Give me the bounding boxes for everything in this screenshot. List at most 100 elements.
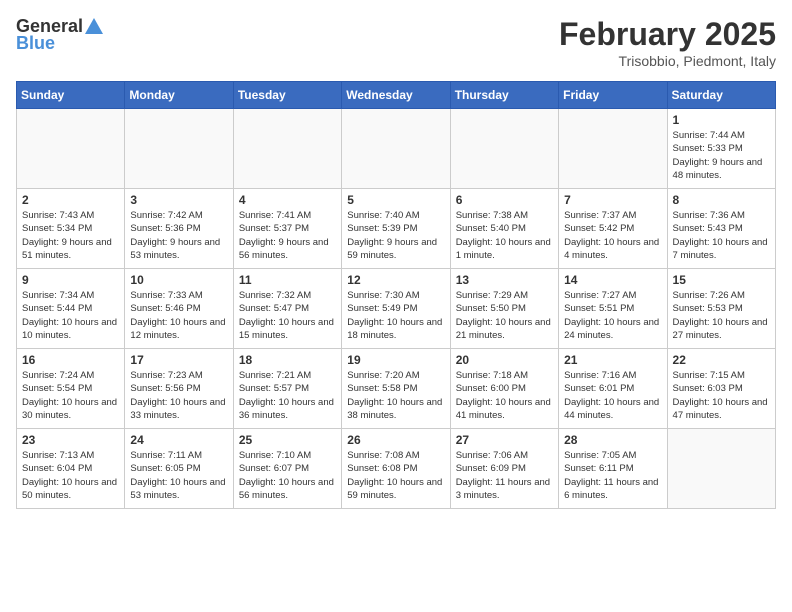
day-info: Sunrise: 7:27 AM Sunset: 5:51 PM Dayligh…	[564, 289, 661, 342]
day-number: 13	[456, 273, 553, 287]
calendar-day-cell	[233, 109, 341, 189]
calendar-day-cell: 9 Sunrise: 7:34 AM Sunset: 5:44 PM Daylig…	[17, 269, 125, 349]
day-info: Sunrise: 7:43 AM Sunset: 5:34 PM Dayligh…	[22, 209, 119, 262]
title-area: February 2025 Trisobbio, Piedmont, Italy	[559, 16, 776, 69]
calendar-day-cell: 3 Sunrise: 7:42 AM Sunset: 5:36 PM Daylig…	[125, 189, 233, 269]
day-info: Sunrise: 7:44 AM Sunset: 5:33 PM Dayligh…	[673, 129, 770, 182]
calendar-day-cell: 15 Sunrise: 7:26 AM Sunset: 5:53 PM Dayli…	[667, 269, 775, 349]
day-number: 16	[22, 353, 119, 367]
calendar-day-cell: 12 Sunrise: 7:30 AM Sunset: 5:49 PM Dayli…	[342, 269, 450, 349]
day-info: Sunrise: 7:41 AM Sunset: 5:37 PM Dayligh…	[239, 209, 336, 262]
page-header: General Blue February 2025 Trisobbio, Pi…	[16, 16, 776, 69]
day-info: Sunrise: 7:23 AM Sunset: 5:56 PM Dayligh…	[130, 369, 227, 422]
day-number: 20	[456, 353, 553, 367]
day-number: 2	[22, 193, 119, 207]
day-number: 15	[673, 273, 770, 287]
calendar-day-cell: 5Sunrise: 7:40 AM Sunset: 5:39 PM Daylig…	[342, 189, 450, 269]
day-info: Sunrise: 7:30 AM Sunset: 5:49 PM Dayligh…	[347, 289, 444, 342]
calendar-day-cell: 18Sunrise: 7:21 AM Sunset: 5:57 PM Dayli…	[233, 349, 341, 429]
calendar-day-cell: 27 Sunrise: 7:06 AM Sunset: 6:09 PM Dayli…	[450, 429, 558, 509]
day-number: 8	[673, 193, 770, 207]
calendar-day-cell: 24 Sunrise: 7:11 AM Sunset: 6:05 PM Dayli…	[125, 429, 233, 509]
weekday-header-thursday: Thursday	[450, 82, 558, 109]
calendar-day-cell: 2 Sunrise: 7:43 AM Sunset: 5:34 PM Daylig…	[17, 189, 125, 269]
calendar-table: SundayMondayTuesdayWednesdayThursdayFrid…	[16, 81, 776, 509]
calendar-day-cell: 4 Sunrise: 7:41 AM Sunset: 5:37 PM Daylig…	[233, 189, 341, 269]
day-number: 27	[456, 433, 553, 447]
day-info: Sunrise: 7:10 AM Sunset: 6:07 PM Dayligh…	[239, 449, 336, 502]
day-number: 5	[347, 193, 444, 207]
day-info: Sunrise: 7:06 AM Sunset: 6:09 PM Dayligh…	[456, 449, 553, 502]
day-number: 24	[130, 433, 227, 447]
calendar-week-row: 16 Sunrise: 7:24 AM Sunset: 5:54 PM Dayli…	[17, 349, 776, 429]
calendar-day-cell	[342, 109, 450, 189]
day-info: Sunrise: 7:36 AM Sunset: 5:43 PM Dayligh…	[673, 209, 770, 262]
day-number: 19	[347, 353, 444, 367]
calendar-day-cell	[667, 429, 775, 509]
calendar-week-row: 9 Sunrise: 7:34 AM Sunset: 5:44 PM Daylig…	[17, 269, 776, 349]
month-title: February 2025	[559, 16, 776, 53]
weekday-header-friday: Friday	[559, 82, 667, 109]
day-info: Sunrise: 7:08 AM Sunset: 6:08 PM Dayligh…	[347, 449, 444, 502]
calendar-day-cell: 14 Sunrise: 7:27 AM Sunset: 5:51 PM Dayli…	[559, 269, 667, 349]
weekday-header-saturday: Saturday	[667, 82, 775, 109]
day-number: 14	[564, 273, 661, 287]
day-info: Sunrise: 7:37 AM Sunset: 5:42 PM Dayligh…	[564, 209, 661, 262]
weekday-header-wednesday: Wednesday	[342, 82, 450, 109]
calendar-week-row: 23 Sunrise: 7:13 AM Sunset: 6:04 PM Dayli…	[17, 429, 776, 509]
day-number: 4	[239, 193, 336, 207]
day-info: Sunrise: 7:05 AM Sunset: 6:11 PM Dayligh…	[564, 449, 661, 502]
day-info: Sunrise: 7:24 AM Sunset: 5:54 PM Dayligh…	[22, 369, 119, 422]
day-info: Sunrise: 7:33 AM Sunset: 5:46 PM Dayligh…	[130, 289, 227, 342]
logo-triangle-icon	[85, 18, 103, 34]
calendar-header-row: SundayMondayTuesdayWednesdayThursdayFrid…	[17, 82, 776, 109]
calendar-day-cell: 28 Sunrise: 7:05 AM Sunset: 6:11 PM Dayli…	[559, 429, 667, 509]
location-text: Trisobbio, Piedmont, Italy	[559, 53, 776, 69]
weekday-header-tuesday: Tuesday	[233, 82, 341, 109]
calendar-day-cell: 7Sunrise: 7:37 AM Sunset: 5:42 PM Daylig…	[559, 189, 667, 269]
calendar-day-cell: 25 Sunrise: 7:10 AM Sunset: 6:07 PM Dayli…	[233, 429, 341, 509]
calendar-day-cell	[450, 109, 558, 189]
calendar-day-cell: 1 Sunrise: 7:44 AM Sunset: 5:33 PM Daylig…	[667, 109, 775, 189]
day-info: Sunrise: 7:42 AM Sunset: 5:36 PM Dayligh…	[130, 209, 227, 262]
calendar-day-cell: 16 Sunrise: 7:24 AM Sunset: 5:54 PM Dayli…	[17, 349, 125, 429]
calendar-day-cell	[125, 109, 233, 189]
day-number: 3	[130, 193, 227, 207]
day-number: 22	[673, 353, 770, 367]
day-info: Sunrise: 7:13 AM Sunset: 6:04 PM Dayligh…	[22, 449, 119, 502]
day-info: Sunrise: 7:18 AM Sunset: 6:00 PM Dayligh…	[456, 369, 553, 422]
day-number: 23	[22, 433, 119, 447]
day-number: 10	[130, 273, 227, 287]
day-info: Sunrise: 7:26 AM Sunset: 5:53 PM Dayligh…	[673, 289, 770, 342]
day-number: 28	[564, 433, 661, 447]
calendar-day-cell: 26Sunrise: 7:08 AM Sunset: 6:08 PM Dayli…	[342, 429, 450, 509]
calendar-day-cell	[559, 109, 667, 189]
day-info: Sunrise: 7:16 AM Sunset: 6:01 PM Dayligh…	[564, 369, 661, 422]
calendar-day-cell: 17 Sunrise: 7:23 AM Sunset: 5:56 PM Dayli…	[125, 349, 233, 429]
calendar-day-cell: 13 Sunrise: 7:29 AM Sunset: 5:50 PM Dayli…	[450, 269, 558, 349]
day-number: 1	[673, 113, 770, 127]
calendar-day-cell: 22 Sunrise: 7:15 AM Sunset: 6:03 PM Dayli…	[667, 349, 775, 429]
calendar-day-cell: 21 Sunrise: 7:16 AM Sunset: 6:01 PM Dayli…	[559, 349, 667, 429]
day-number: 12	[347, 273, 444, 287]
day-info: Sunrise: 7:29 AM Sunset: 5:50 PM Dayligh…	[456, 289, 553, 342]
day-info: Sunrise: 7:15 AM Sunset: 6:03 PM Dayligh…	[673, 369, 770, 422]
day-number: 17	[130, 353, 227, 367]
day-info: Sunrise: 7:11 AM Sunset: 6:05 PM Dayligh…	[130, 449, 227, 502]
calendar-day-cell: 20 Sunrise: 7:18 AM Sunset: 6:00 PM Dayli…	[450, 349, 558, 429]
calendar-week-row: 1 Sunrise: 7:44 AM Sunset: 5:33 PM Daylig…	[17, 109, 776, 189]
weekday-header-sunday: Sunday	[17, 82, 125, 109]
calendar-week-row: 2 Sunrise: 7:43 AM Sunset: 5:34 PM Daylig…	[17, 189, 776, 269]
day-number: 18	[239, 353, 336, 367]
calendar-day-cell: 19Sunrise: 7:20 AM Sunset: 5:58 PM Dayli…	[342, 349, 450, 429]
logo: General Blue	[16, 16, 103, 54]
day-info: Sunrise: 7:32 AM Sunset: 5:47 PM Dayligh…	[239, 289, 336, 342]
logo-blue-text: Blue	[16, 33, 55, 54]
day-number: 9	[22, 273, 119, 287]
day-number: 21	[564, 353, 661, 367]
day-info: Sunrise: 7:34 AM Sunset: 5:44 PM Dayligh…	[22, 289, 119, 342]
day-number: 11	[239, 273, 336, 287]
calendar-day-cell: 8 Sunrise: 7:36 AM Sunset: 5:43 PM Daylig…	[667, 189, 775, 269]
day-number: 25	[239, 433, 336, 447]
calendar-day-cell	[17, 109, 125, 189]
